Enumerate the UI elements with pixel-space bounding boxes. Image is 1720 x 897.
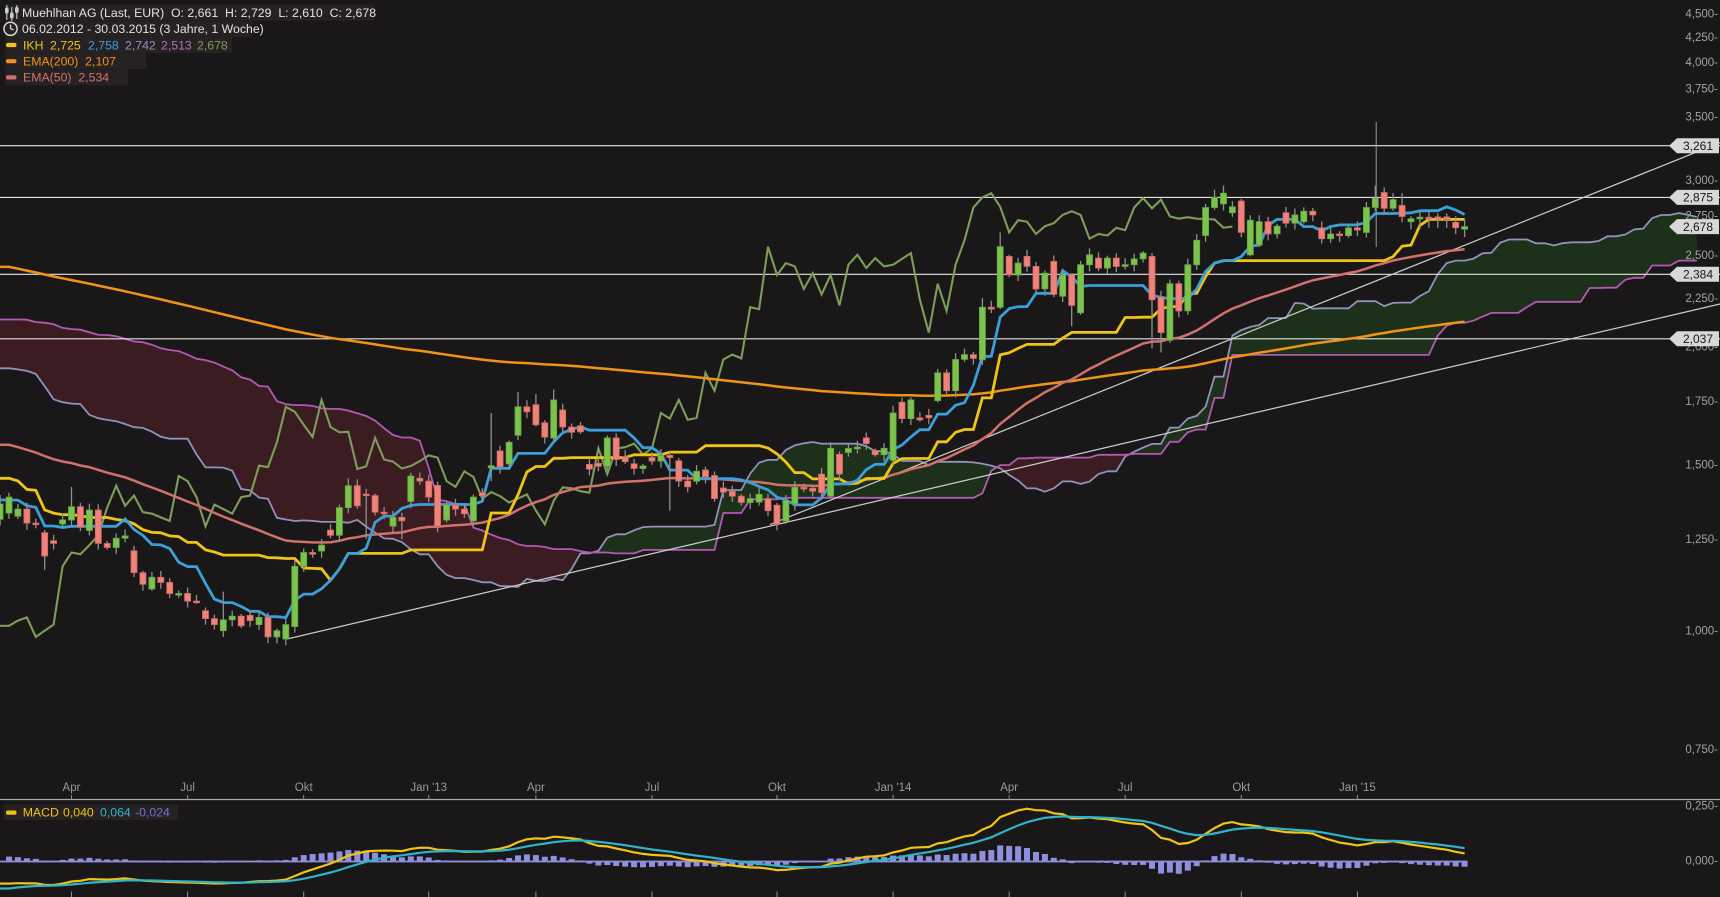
svg-text:2,250-: 2,250- — [1685, 293, 1718, 305]
svg-text:06.02.2012 - 30.03.2015 (3 Jah: 06.02.2012 - 30.03.2015 (3 Jahre, 1 Woch… — [22, 22, 264, 36]
svg-text:2,875: 2,875 — [1683, 191, 1713, 205]
svg-text:Jul: Jul — [1118, 782, 1133, 794]
svg-text:1,250-: 1,250- — [1685, 534, 1718, 546]
svg-text:3,261: 3,261 — [1683, 139, 1713, 153]
svg-text:0,040: 0,040 — [63, 806, 94, 820]
svg-text:Muehlhan AG (Last, EUR) O: 2,: Muehlhan AG (Last, EUR) O: 2,661 H: 2,72… — [22, 6, 376, 20]
svg-text:Apr: Apr — [63, 782, 81, 794]
svg-text:1,000-: 1,000- — [1685, 626, 1718, 638]
svg-text:Jul: Jul — [180, 782, 195, 794]
svg-text:Apr: Apr — [1000, 782, 1018, 794]
svg-text:Jan '14: Jan '14 — [875, 782, 912, 794]
svg-text:2,513: 2,513 — [161, 38, 192, 52]
svg-text:2,384: 2,384 — [1683, 268, 1713, 282]
svg-text:Jul: Jul — [645, 782, 660, 794]
svg-text:IKH: IKH — [23, 38, 44, 52]
svg-text:Okt: Okt — [295, 782, 314, 794]
svg-text:Okt: Okt — [1232, 782, 1251, 794]
svg-text:0,250-: 0,250- — [1685, 801, 1718, 813]
svg-text:4,250-: 4,250- — [1685, 32, 1718, 44]
svg-text:4,500-: 4,500- — [1685, 9, 1718, 21]
svg-text:0,750-: 0,750- — [1685, 744, 1718, 756]
svg-text:2,678: 2,678 — [1683, 220, 1713, 234]
svg-text:2,678: 2,678 — [197, 38, 228, 52]
svg-text:MACD: MACD — [23, 806, 59, 820]
svg-text:1,750-: 1,750- — [1685, 396, 1718, 408]
svg-text:0,064: 0,064 — [100, 806, 131, 820]
svg-text:Apr: Apr — [527, 782, 545, 794]
svg-text:3,000-: 3,000- — [1685, 175, 1718, 187]
svg-text:0,000-: 0,000- — [1685, 856, 1718, 868]
svg-text:4,000-: 4,000- — [1685, 57, 1718, 69]
svg-text:3,750-: 3,750- — [1685, 83, 1718, 95]
svg-text:3,500-: 3,500- — [1685, 112, 1718, 124]
svg-text:2,742: 2,742 — [125, 38, 156, 52]
svg-text:EMA(200) 2,107: EMA(200) 2,107 — [23, 55, 116, 69]
svg-text:-0,024: -0,024 — [135, 806, 170, 820]
svg-text:2,037: 2,037 — [1683, 332, 1713, 346]
svg-text:2,758: 2,758 — [88, 38, 119, 52]
svg-text:Okt: Okt — [768, 782, 787, 794]
svg-text:Jan '13: Jan '13 — [410, 782, 447, 794]
svg-text:1,500-: 1,500- — [1685, 459, 1718, 471]
svg-text:2,725: 2,725 — [50, 38, 81, 52]
svg-text:Jan '15: Jan '15 — [1339, 782, 1376, 794]
svg-text:2,500-: 2,500- — [1685, 250, 1718, 262]
svg-text:EMA(50) 2,534: EMA(50) 2,534 — [23, 71, 109, 85]
